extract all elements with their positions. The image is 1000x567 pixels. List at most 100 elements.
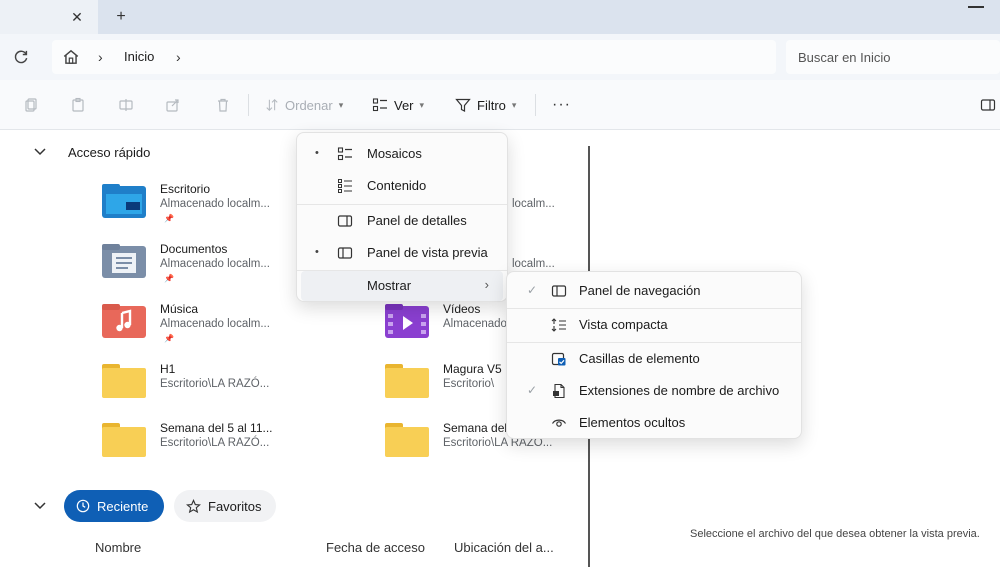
refresh-icon[interactable] [12, 48, 30, 66]
menu-item-hidden-items[interactable]: Elementos ocultos [511, 408, 797, 438]
item-name: Vídeos [443, 302, 481, 316]
menu-item-label: Mostrar [367, 278, 412, 293]
quick-access-title[interactable]: Acceso rápido [68, 145, 150, 160]
quick-access-item[interactable]: Semana del 5 al 11... Escritorio\LA RAZÓ… [102, 421, 382, 477]
menu-item-compact-view[interactable]: Vista compacta [511, 310, 797, 340]
close-tab-icon[interactable]: ✕ [68, 8, 86, 26]
details-pane-icon[interactable] [980, 97, 996, 113]
content-icon [338, 179, 352, 193]
item-name: Magura V5 [443, 362, 502, 376]
column-header-access-date[interactable]: Fecha de acceso [326, 540, 425, 555]
sort-icon [266, 99, 278, 111]
menu-item-preview-pane[interactable]: • Panel de vista previa [301, 238, 503, 268]
minimize-icon[interactable] [968, 6, 984, 8]
item-name: H1 [160, 362, 176, 376]
item-name: Semana del [443, 421, 508, 435]
breadcrumb-chevron-icon[interactable]: › [98, 48, 103, 66]
chevron-down-icon: ▾ [511, 99, 517, 110]
column-header-location[interactable]: Ubicación del a... [454, 540, 554, 555]
show-submenu: ✓ Panel de navegación Vista compacta Cas… [506, 271, 802, 439]
navigation-pane-icon [551, 285, 567, 297]
menu-item-tiles[interactable]: • Mosaicos [301, 139, 503, 169]
new-tab-icon[interactable]: + [112, 8, 130, 26]
collapse-chevron-icon[interactable] [33, 500, 47, 514]
menu-item-label: Elementos ocultos [579, 415, 686, 430]
copy-icon[interactable] [23, 97, 39, 113]
chevron-right-icon: › [484, 277, 489, 292]
rename-icon[interactable] [118, 97, 134, 113]
menu-item-label: Panel de navegación [579, 283, 701, 298]
item-location: Escritorio\ [443, 378, 495, 390]
chevron-down-icon: ▾ [338, 99, 344, 110]
selected-dot-icon: • [315, 246, 319, 258]
file-extension-icon [553, 383, 565, 399]
star-icon [186, 498, 201, 513]
menu-item-label: Vista compacta [579, 317, 668, 332]
folder-icon [385, 423, 429, 457]
address-bar: › Inicio › Buscar en Inicio [0, 34, 1000, 80]
menu-item-label: Extensiones de nombre de archivo [579, 383, 780, 398]
column-header-name[interactable]: Nombre [95, 540, 141, 555]
item-location: localm... [512, 258, 555, 270]
desktop-folder-icon [102, 184, 146, 218]
command-bar: Ordenar ▾ Ver ▾ Filtro ▾ ··· [0, 80, 1000, 130]
menu-item-label: Contenido [367, 178, 427, 193]
tiles-icon [337, 147, 352, 161]
item-location: Almacenado localm... [160, 198, 270, 210]
documents-folder-icon [102, 244, 146, 278]
menu-item-show[interactable]: Mostrar › [301, 271, 503, 301]
item-name: Música [160, 302, 199, 316]
address-field[interactable]: › Inicio › [52, 40, 776, 74]
filter-label: Filtro [477, 97, 506, 113]
menu-item-label: Panel de vista previa [367, 245, 488, 260]
toolbar-separator [248, 94, 249, 116]
tab-active[interactable]: ✕ [0, 0, 98, 34]
menu-item-navigation-pane[interactable]: ✓ Panel de navegación [511, 276, 797, 306]
details-pane-icon [337, 215, 353, 227]
quick-access-item[interactable]: H1 Escritorio\LA RAZÓ... [102, 362, 382, 418]
check-icon: ✓ [527, 383, 538, 397]
menu-item-file-extensions[interactable]: ✓ Extensiones de nombre de archivo [511, 376, 797, 406]
menu-separator [507, 342, 801, 343]
more-options-icon[interactable]: ··· [552, 96, 571, 114]
share-icon[interactable] [165, 97, 181, 113]
checkbox-icon [551, 352, 566, 366]
item-location: Almacenado localm... [160, 258, 270, 270]
tab-recent[interactable]: Reciente [64, 490, 164, 522]
compact-view-icon [551, 318, 566, 332]
tab-favorites-label: Favoritos [208, 498, 262, 514]
breadcrumb-inicio[interactable]: Inicio [124, 49, 154, 64]
menu-item-item-checkboxes[interactable]: Casillas de elemento [511, 344, 797, 374]
collapse-chevron-icon[interactable] [33, 146, 47, 160]
tab-bar: ✕ + [0, 0, 1000, 34]
tab-favorites[interactable]: Favoritos [174, 490, 276, 522]
menu-item-label: Casillas de elemento [579, 351, 700, 366]
preview-message: Seleccione el archivo del que desea obte… [690, 528, 980, 540]
search-input[interactable]: Buscar en Inicio [786, 40, 1000, 74]
check-icon: ✓ [527, 283, 538, 297]
chevron-down-icon: ▾ [419, 99, 425, 110]
preview-pane-icon [337, 247, 353, 259]
paste-icon[interactable] [70, 97, 86, 113]
sort-button[interactable]: Ordenar ▾ [265, 94, 343, 116]
item-name: Documentos [160, 242, 228, 256]
view-icon [372, 98, 387, 112]
view-menu: • Mosaicos Contenido Panel de detalles •… [296, 132, 508, 302]
menu-separator [297, 204, 507, 205]
pin-icon: 📌 [164, 334, 174, 343]
folder-icon [102, 423, 146, 457]
menu-item-details-pane[interactable]: Panel de detalles [301, 206, 503, 236]
view-button[interactable]: Ver ▾ [372, 94, 424, 116]
selected-dot-icon: • [315, 147, 319, 159]
menu-item-content[interactable]: Contenido [301, 171, 503, 201]
menu-item-label: Panel de detalles [367, 213, 467, 228]
breadcrumb-chevron-icon[interactable]: › [176, 48, 181, 66]
home-icon[interactable] [62, 48, 80, 66]
quick-access-item[interactable]: Música Almacenado localm... 📌 [102, 302, 382, 358]
menu-item-label: Mosaicos [367, 146, 422, 161]
delete-icon[interactable] [215, 97, 231, 113]
view-label: Ver [394, 97, 414, 113]
toolbar-separator [535, 94, 536, 116]
folder-icon [102, 364, 146, 398]
filter-button[interactable]: Filtro ▾ [455, 94, 516, 116]
